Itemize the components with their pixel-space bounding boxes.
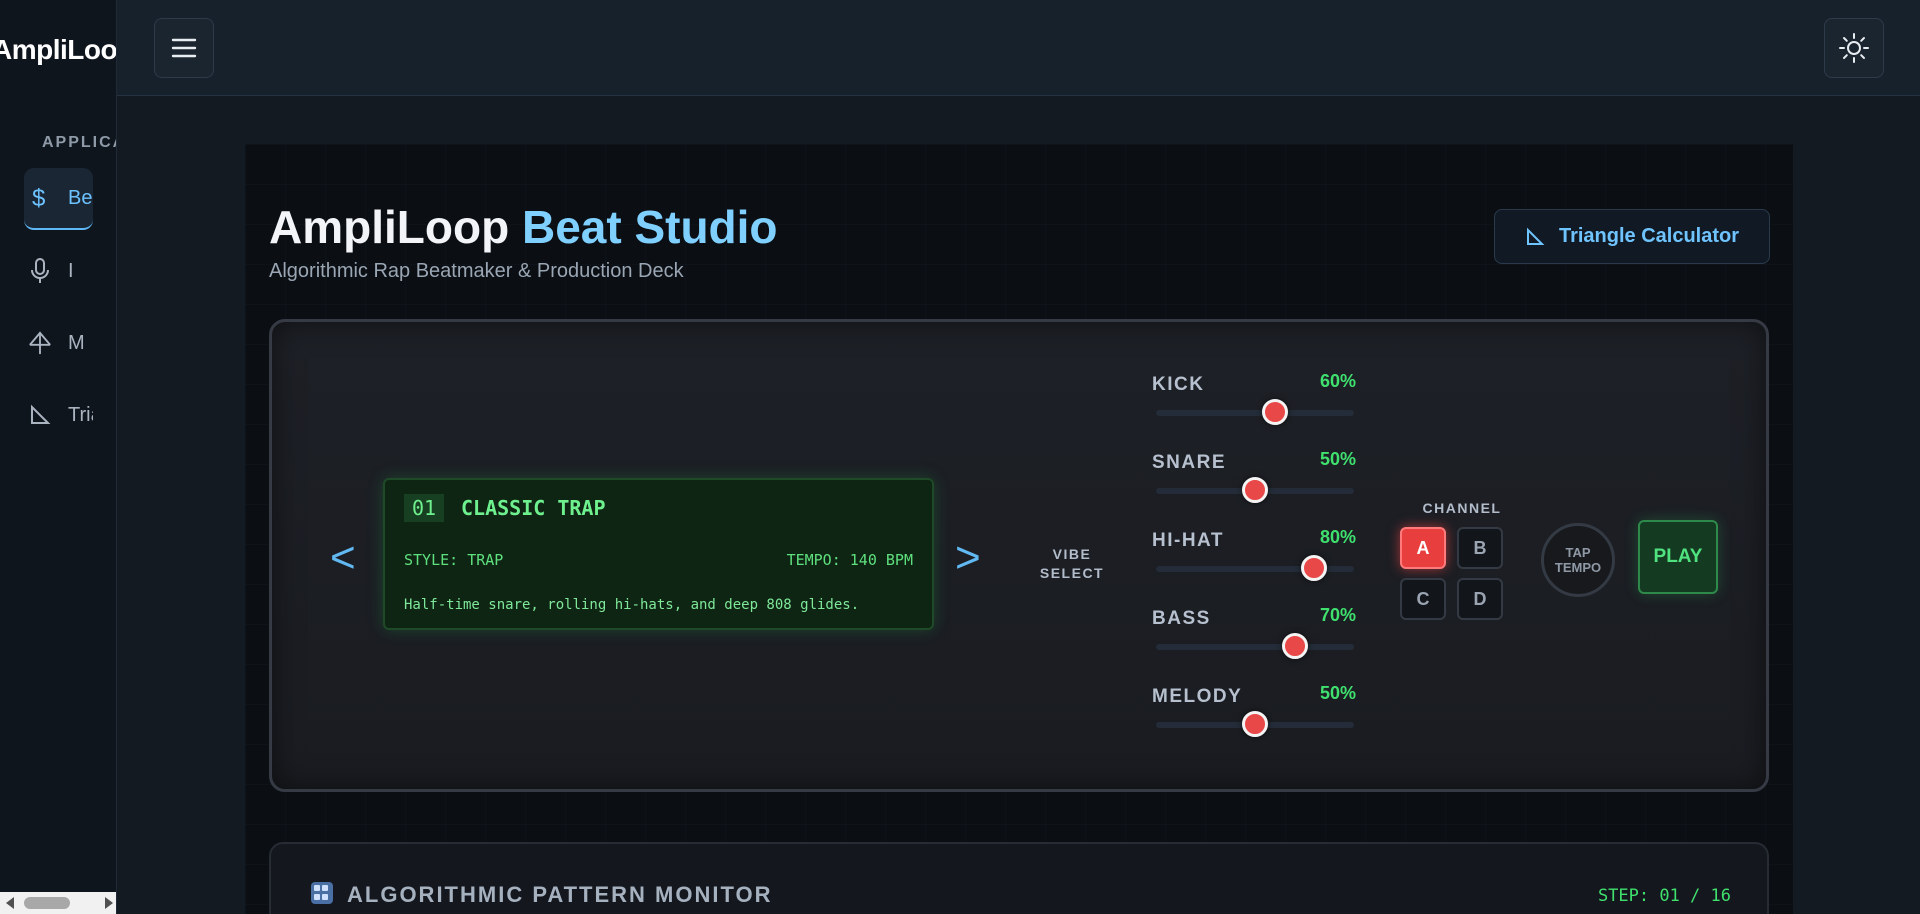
preset-display: 01 CLASSIC TRAP STYLE: TRAP TEMPO: 140 B…	[383, 478, 934, 630]
mixer-label: HI-HAT	[1152, 530, 1224, 551]
channel-d-button[interactable]: D	[1457, 578, 1503, 620]
channel-label: CHANNEL	[1422, 500, 1502, 516]
mixer-channel-snare: SNARE 50%	[1152, 446, 1362, 516]
dollar-icon: $	[28, 185, 52, 211]
triangle-ruler-icon	[1526, 227, 1545, 245]
tap-tempo-label: TAP TEMPO	[1555, 545, 1601, 575]
grid-icon	[311, 882, 333, 904]
mixer-channel-bass: BASS 70%	[1152, 602, 1362, 672]
triangle-calculator-label: Triangle Calculator	[1558, 225, 1740, 247]
tap-tempo-line2: TEMPO	[1554, 560, 1602, 575]
top-bar	[117, 0, 1920, 96]
theme-toggle-button[interactable]	[1824, 18, 1884, 78]
mixer-slider-knob[interactable]	[1261, 399, 1288, 425]
preset-tempo: TEMPO: 140 BPM	[786, 551, 913, 569]
sidebar: AmpliLoop APPLICATIONS $ Beat Studio I M	[0, 0, 117, 914]
sidebar-item-mic[interactable]: I	[24, 240, 93, 302]
menu-button[interactable]	[154, 18, 214, 78]
sidebar-item-label: Beat Studio	[68, 186, 93, 209]
title-accent: Beat Studio	[521, 201, 778, 253]
mixer-label: MELODY	[1152, 686, 1243, 707]
channel-a-button[interactable]: A	[1400, 527, 1446, 569]
beat-deck: < 01 CLASSIC TRAP STYLE: TRAP TEMPO: 140…	[269, 319, 1769, 792]
step-counter: STEP: 01 / 16	[1597, 886, 1731, 906]
mixer-channel-melody: MELODY 50%	[1152, 680, 1362, 750]
preset-name: CLASSIC TRAP	[461, 496, 606, 520]
scrollbar-thumb[interactable]	[24, 897, 70, 909]
brand-logo[interactable]: AmpliLoop	[0, 34, 116, 66]
prev-preset-button[interactable]: <	[330, 533, 356, 583]
vibe-select-label: VIBE SELECT	[1022, 545, 1122, 583]
svg-text:$: $	[32, 185, 45, 211]
sidebar-item-triangle-calculator[interactable]: Triangle Calculator	[24, 384, 93, 446]
mixer-slider-knob[interactable]	[1242, 477, 1268, 503]
channel-c-button[interactable]: C	[1400, 578, 1446, 620]
microphone-icon	[28, 257, 52, 285]
tap-tempo-line1: TAP	[1565, 545, 1591, 560]
preset-description: Half-time snare, rolling hi-hats, and de…	[404, 597, 860, 613]
page-title: AmpliLoop Beat Studio	[269, 200, 778, 254]
mixer-channel-kick: KICK 60%	[1152, 368, 1362, 438]
sidebar-item-label: M	[68, 331, 85, 354]
preset-number: 01	[404, 494, 445, 522]
mixer-label: SNARE	[1152, 452, 1227, 473]
sidebar-item-antenna[interactable]: M	[24, 312, 93, 374]
sidebar-item-label: Triangle Calculator	[68, 403, 93, 426]
hamburger-menu-icon	[171, 38, 197, 58]
mixer-channel-hihat: HI-HAT 80%	[1152, 524, 1362, 594]
vibe-select-line2: SELECT	[1039, 565, 1105, 581]
sidebar-section-label: APPLICATIONS	[42, 134, 116, 151]
sidebar-item-beat-studio[interactable]: $ Beat Studio	[24, 168, 93, 230]
mixer-slider-knob[interactable]	[1281, 633, 1308, 659]
antenna-icon	[28, 329, 52, 357]
preset-style: STYLE: TRAP	[404, 551, 504, 569]
play-button[interactable]: PLAY	[1638, 520, 1718, 594]
mixer-value: 60%	[1319, 371, 1356, 391]
mixer-value: 50%	[1319, 449, 1356, 469]
horizontal-scrollbar[interactable]	[0, 892, 116, 914]
page-subtitle: Algorithmic Rap Beatmaker & Production D…	[269, 260, 684, 282]
sidebar-item-label: I	[68, 259, 74, 282]
pattern-monitor: ALGORITHMIC PATTERN MONITOR STEP: 01 / 1…	[269, 842, 1769, 914]
mixer-slider-track[interactable]	[1156, 410, 1354, 416]
sun-icon	[1839, 33, 1869, 63]
next-preset-button[interactable]: >	[955, 533, 981, 583]
tap-tempo-button[interactable]: TAP TEMPO	[1541, 523, 1615, 597]
scroll-right-arrow-icon[interactable]	[105, 897, 113, 909]
mixer-value: 50%	[1319, 683, 1356, 703]
pattern-monitor-title: ALGORITHMIC PATTERN MONITOR	[347, 882, 773, 907]
mixer-slider-knob[interactable]	[1301, 555, 1328, 581]
channel-b-button[interactable]: B	[1457, 527, 1503, 569]
mixer-slider-track[interactable]	[1156, 644, 1354, 650]
scroll-left-arrow-icon[interactable]	[6, 897, 14, 909]
vibe-select-line1: VIBE	[1052, 546, 1092, 562]
mixer-label: BASS	[1152, 608, 1211, 629]
mixer-label: KICK	[1152, 374, 1205, 395]
title-brand: AmpliLoop	[269, 201, 522, 253]
triangle-ruler-icon	[28, 404, 52, 426]
triangle-calculator-button[interactable]: Triangle Calculator	[1494, 209, 1770, 264]
mixer-slider-knob[interactable]	[1242, 711, 1268, 737]
main-panel: AmpliLoop Beat Studio Algorithmic Rap Be…	[245, 144, 1793, 914]
mixer-value: 80%	[1319, 527, 1356, 547]
mixer-value: 70%	[1319, 605, 1356, 625]
